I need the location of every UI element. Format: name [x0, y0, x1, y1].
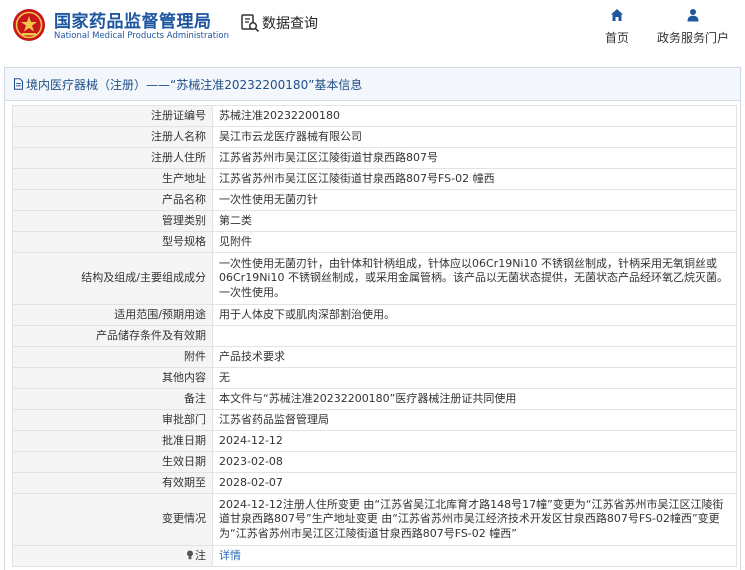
field-value: 用于人体皮下或肌肉深部割治使用。: [212, 304, 737, 326]
field-label: 产品名称: [12, 189, 213, 211]
field-label: 型号规格: [12, 231, 213, 253]
registration-info-table: 注册证编号 苏械注准20232200180 注册人名称 吴江市云龙医疗器械有限公司 …: [12, 105, 737, 567]
details-link[interactable]: 详情: [219, 549, 241, 562]
data-query-link[interactable]: 数据查询: [240, 13, 318, 33]
field-label: 适用范围/预期用途: [12, 304, 213, 326]
note-label: 注: [195, 548, 206, 562]
nav-home[interactable]: 首页: [600, 8, 634, 46]
field-label: 注册人住所: [12, 147, 213, 169]
field-value: 无: [212, 367, 737, 389]
field-value: 吴江市云龙医疗器械有限公司: [212, 126, 737, 148]
field-value: [212, 325, 737, 347]
field-value: 江苏省苏州市吴江区江陵街道甘泉西路807号FS-02 幢西: [212, 168, 737, 190]
table-row: 注册人名称 吴江市云龙医疗器械有限公司: [12, 126, 737, 148]
field-label: 注册人名称: [12, 126, 213, 148]
table-row: 变更情况 2024-12-12注册人住所变更 由“江苏省吴江北库育才路148号17…: [12, 493, 737, 546]
note-value-cell: 详情: [212, 545, 737, 567]
field-value: 江苏省药品监督管理局: [212, 409, 737, 431]
field-value: 2024-12-12注册人住所变更 由“江苏省吴江北库育才路148号17幢”变更…: [212, 493, 737, 546]
table-row: 注册证编号 苏械注准20232200180: [12, 105, 737, 127]
table-row: 注册人住所 江苏省苏州市吴江区江陵街道甘泉西路807号: [12, 147, 737, 169]
field-label: 产品储存条件及有效期: [12, 325, 213, 347]
field-value: 苏械注准20232200180: [212, 105, 737, 127]
field-value: 第二类: [212, 210, 737, 232]
table-row: 有效期至 2028-02-07: [12, 472, 737, 494]
table-row: 型号规格 见附件: [12, 231, 737, 253]
nav-home-label: 首页: [604, 31, 629, 45]
field-value: 2024-12-12: [212, 430, 737, 452]
nmpa-emblem-icon: [13, 9, 45, 41]
field-label: 注册证编号: [12, 105, 213, 127]
field-value: 一次性使用无菌刃针: [212, 189, 737, 211]
field-label: 管理类别: [12, 210, 213, 232]
field-label: 结构及组成/主要组成成分: [12, 252, 213, 305]
nav-gov-service[interactable]: 政务服务门户: [654, 8, 732, 46]
panel-title: 境内医疗器械（注册）——“苏械注准20232200180”基本信息: [26, 77, 363, 92]
note-label-cell: 注: [12, 545, 213, 567]
agency-name-en[interactable]: National Medical Products Administration: [54, 31, 229, 41]
field-value: 见附件: [212, 231, 737, 253]
table-row: 附件 产品技术要求: [12, 346, 737, 368]
lightbulb-icon: [187, 550, 193, 559]
field-label: 生产地址: [12, 168, 213, 190]
field-value: 本文件与“苏械注准20232200180”医疗器械注册证共同使用: [212, 388, 737, 410]
field-value: 江苏省苏州市吴江区江陵街道甘泉西路807号: [212, 147, 737, 169]
field-value: 一次性使用无菌刃针，由针体和针柄组成，针体应以06Cr19Ni10 不锈钢丝制成…: [212, 252, 737, 305]
table-row: 审批部门 江苏省药品监督管理局: [12, 409, 737, 431]
field-label: 生效日期: [12, 451, 213, 473]
table-row: 产品储存条件及有效期: [12, 325, 737, 347]
field-value: 2023-02-08: [212, 451, 737, 473]
home-icon: [611, 9, 623, 21]
field-label: 变更情况: [12, 493, 213, 546]
user-icon: [687, 9, 699, 22]
table-row: 生产地址 江苏省苏州市吴江区江陵街道甘泉西路807号FS-02 幢西: [12, 168, 737, 190]
nav-gov-service-label: 政务服务门户: [656, 31, 729, 45]
table-row: 结构及组成/主要组成成分 一次性使用无菌刃针，由针体和针柄组成，针体应以06Cr1…: [12, 252, 737, 305]
table-row: 备注 本文件与“苏械注准20232200180”医疗器械注册证共同使用: [12, 388, 737, 410]
field-label: 其他内容: [12, 367, 213, 389]
table-row: 注 详情: [12, 545, 737, 567]
agency-name-cn[interactable]: 国家药品监督管理局: [54, 7, 212, 32]
table-row: 生效日期 2023-02-08: [12, 451, 737, 473]
table-row: 适用范围/预期用途 用于人体皮下或肌肉深部割治使用。: [12, 304, 737, 326]
field-value: 产品技术要求: [212, 346, 737, 368]
field-value: 2028-02-07: [212, 472, 737, 494]
field-label: 批准日期: [12, 430, 213, 452]
table-row: 管理类别 第二类: [12, 210, 737, 232]
search-document-icon: [241, 14, 260, 33]
table-row: 其他内容无: [12, 367, 737, 389]
document-icon: [14, 78, 23, 90]
field-label: 附件: [12, 346, 213, 368]
field-label: 备注: [12, 388, 213, 410]
panel-title-bar: 境内医疗器械（注册）——“苏械注准20232200180”基本信息: [5, 68, 740, 101]
field-label: 审批部门: [12, 409, 213, 431]
site-header: 国家药品监督管理局 National Medical Products Admi…: [0, 0, 745, 54]
table-row: 批准日期 2024-12-12: [12, 430, 737, 452]
data-query-label: 数据查询: [262, 16, 318, 32]
field-label: 有效期至: [12, 472, 213, 494]
table-row: 产品名称 一次性使用无菌刃针: [12, 189, 737, 211]
